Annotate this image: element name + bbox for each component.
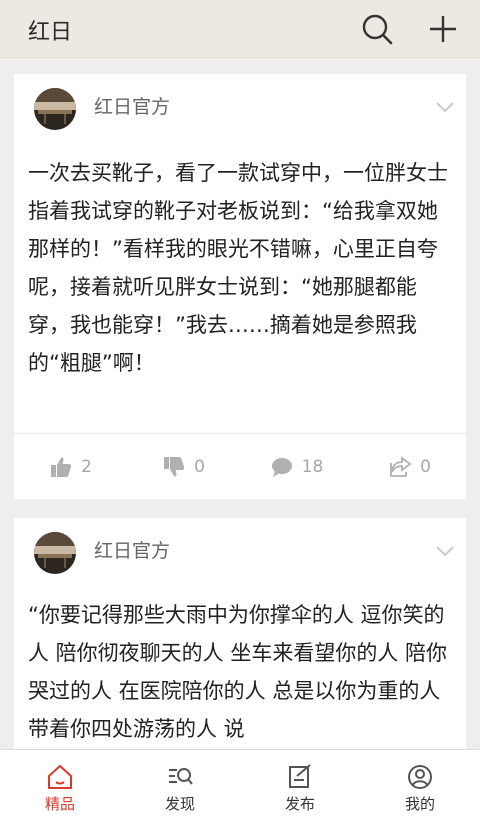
comment-icon	[271, 457, 292, 477]
post-actions: 2 0 18 0	[14, 433, 466, 499]
page-title: 红日	[28, 20, 73, 45]
comment-count: 18	[301, 456, 324, 477]
share-count: 0	[420, 456, 431, 477]
tab-label: 发现	[164, 795, 195, 813]
tab-label: 发布	[284, 795, 315, 813]
thumbs-down-icon	[164, 456, 185, 476]
profile-icon	[408, 765, 432, 789]
bottom-tab-bar: 精品 发现 发布 我的	[0, 749, 480, 822]
avatar[interactable]	[34, 532, 76, 574]
share-button[interactable]: 0	[353, 434, 466, 499]
post-card[interactable]: 红日官方 一次去买靴子，看了一款试穿中，一位胖女士指着我试穿的靴子对老板说到：“…	[14, 74, 466, 499]
avatar[interactable]	[34, 88, 76, 130]
tab-label: 我的	[404, 795, 435, 813]
publish-icon	[289, 764, 311, 788]
tab-featured[interactable]: 精品	[0, 750, 120, 822]
thumbs-up-icon	[51, 457, 72, 477]
plus-icon[interactable]	[426, 12, 460, 46]
tab-label: 精品	[44, 795, 75, 813]
chevron-down-icon[interactable]	[436, 542, 454, 557]
share-icon	[390, 455, 412, 477]
dislike-button[interactable]: 0	[127, 434, 240, 499]
app-header: 红日	[0, 0, 480, 58]
comment-button[interactable]: 18	[240, 434, 353, 499]
post-card[interactable]: 红日官方 “你要记得那些大雨中为你撑伞的人 逗你笑的人 陪你彻夜聊天的人 坐车来…	[14, 518, 466, 749]
author-name[interactable]: 红日官方	[94, 536, 170, 563]
like-button[interactable]: 2	[14, 434, 127, 499]
post-text: “你要记得那些大雨中为你撑伞的人 逗你笑的人 陪你彻夜聊天的人 坐车来看望你的人…	[28, 603, 448, 741]
post-feed[interactable]: 红日官方 一次去买靴子，看了一款试穿中，一位胖女士指着我试穿的靴子对老板说到：“…	[0, 58, 480, 749]
tab-publish[interactable]: 发布	[240, 750, 360, 822]
dislike-count: 0	[194, 456, 205, 477]
post-text: 一次去买靴子，看了一款试穿中，一位胖女士指着我试穿的靴子对老板说到：“给我拿双她…	[28, 161, 448, 375]
like-count: 2	[81, 456, 92, 477]
tab-profile[interactable]: 我的	[360, 750, 480, 822]
author-name[interactable]: 红日官方	[94, 92, 170, 119]
home-icon	[48, 764, 72, 789]
discover-icon	[169, 768, 193, 785]
search-icon[interactable]	[360, 12, 394, 46]
chevron-down-icon[interactable]	[436, 98, 454, 113]
tab-discover[interactable]: 发现	[120, 750, 240, 822]
